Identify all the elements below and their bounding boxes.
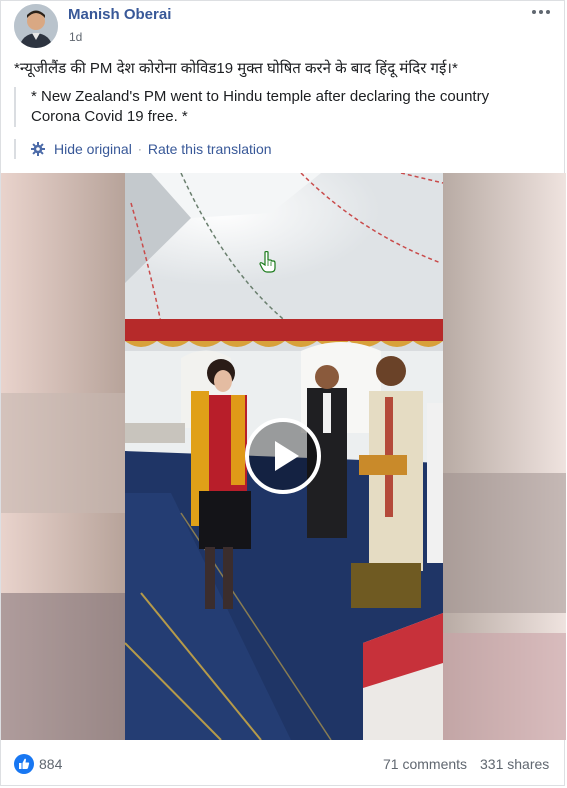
hand-cursor-icon	[259, 250, 277, 273]
post-footer: 884 71 comments 331 shares	[1, 741, 564, 787]
play-icon	[245, 418, 321, 494]
more-options-icon[interactable]	[532, 7, 552, 17]
author-avatar[interactable]	[14, 4, 58, 48]
separator: ·	[137, 142, 142, 156]
rate-translation-link[interactable]: Rate this translation	[148, 141, 272, 157]
translation-line-2: Corona Covid 19 free. *	[31, 108, 188, 125]
comment-count-link[interactable]: 71 comments	[383, 756, 467, 772]
facebook-post: Manish Oberai 1d *न्यूजीलैंड की PM देश क…	[0, 0, 566, 787]
post-translation: * New Zealand's PM went to Hindu temple …	[14, 87, 550, 127]
share-count-link[interactable]: 331 shares	[480, 756, 549, 772]
play-button[interactable]	[244, 417, 322, 495]
hide-original-link[interactable]: Hide original	[54, 141, 132, 157]
translation-line-1: * New Zealand's PM went to Hindu temple …	[31, 88, 490, 105]
video-player[interactable]	[1, 173, 566, 740]
post-original-text: *न्यूजीलैंड की PM देश कोरोना कोविड19 मुक…	[14, 60, 458, 77]
post-timestamp[interactable]: 1d	[69, 30, 82, 44]
author-name[interactable]: Manish Oberai	[68, 6, 171, 23]
gear-icon[interactable]	[31, 142, 45, 156]
like-reaction-icon[interactable]	[14, 754, 34, 774]
avatar-photo	[14, 4, 58, 48]
translation-actions: Hide original · Rate this translation	[14, 139, 272, 159]
reaction-count[interactable]: 884	[39, 756, 62, 772]
post-header: Manish Oberai 1d	[1, 1, 564, 53]
